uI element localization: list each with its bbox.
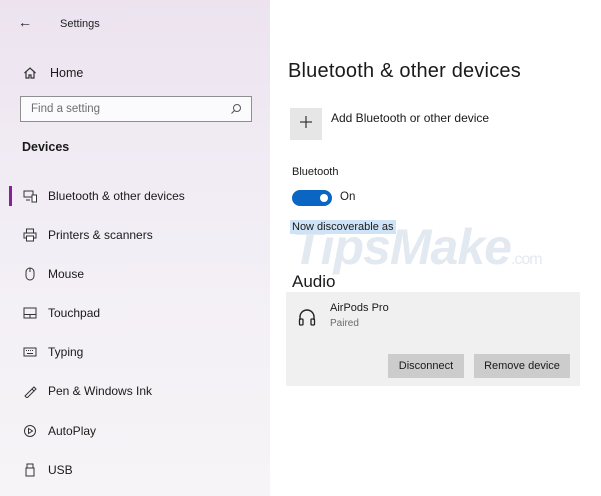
settings-sidebar: ← Settings Home Find a setting Devices B… bbox=[0, 0, 270, 496]
search-input[interactable]: Find a setting bbox=[21, 103, 227, 115]
title-bar: ← Settings bbox=[0, 0, 270, 50]
sidebar-item-label: Bluetooth & other devices bbox=[48, 189, 185, 203]
home-label: Home bbox=[50, 66, 84, 80]
bluetooth-state: On bbox=[340, 191, 356, 203]
discoverable-text: Now discoverable as bbox=[290, 220, 396, 234]
add-device-label[interactable]: Add Bluetooth or other device bbox=[331, 111, 489, 125]
sidebar-item-label: Pen & Windows Ink bbox=[48, 384, 153, 398]
sidebar-item-label: USB bbox=[48, 463, 73, 477]
page-title: Bluetooth & other devices bbox=[288, 60, 521, 82]
watermark-suffix: .com bbox=[510, 251, 543, 268]
device-name: AirPods Pro bbox=[330, 302, 389, 314]
app-title: Settings bbox=[60, 18, 100, 30]
disconnect-button[interactable]: Disconnect bbox=[388, 354, 464, 378]
sidebar-item-usb[interactable]: USB bbox=[0, 455, 270, 485]
bluetooth-devices-icon bbox=[22, 188, 38, 204]
sidebar-item-label: Touchpad bbox=[48, 306, 101, 320]
sidebar-item-autoplay[interactable]: AutoPlay bbox=[0, 416, 270, 446]
add-device-button[interactable] bbox=[290, 108, 322, 140]
device-card-airpods[interactable]: AirPods Pro Paired Disconnect Remove dev… bbox=[286, 292, 580, 386]
sidebar-item-label: Printers & scanners bbox=[48, 228, 153, 242]
touchpad-icon bbox=[22, 305, 38, 321]
headphones-icon bbox=[296, 306, 318, 328]
sidebar-item-label: Typing bbox=[48, 345, 84, 359]
back-arrow-icon[interactable]: ← bbox=[18, 14, 32, 30]
autoplay-icon bbox=[22, 423, 38, 439]
search-icon[interactable] bbox=[227, 100, 245, 118]
section-heading-devices: Devices bbox=[22, 140, 70, 154]
search-box[interactable]: Find a setting bbox=[20, 96, 252, 122]
sidebar-item-touchpad[interactable]: Touchpad bbox=[0, 298, 270, 328]
mouse-icon bbox=[22, 266, 38, 282]
home-icon bbox=[22, 65, 38, 81]
keyboard-icon bbox=[22, 344, 38, 360]
audio-heading: Audio bbox=[292, 272, 336, 291]
bluetooth-toggle[interactable] bbox=[292, 190, 332, 206]
selection-indicator bbox=[9, 186, 12, 206]
sidebar-item-label: AutoPlay bbox=[48, 424, 97, 438]
bluetooth-label: Bluetooth bbox=[292, 166, 339, 178]
remove-device-button[interactable]: Remove device bbox=[474, 354, 570, 378]
plus-icon bbox=[299, 115, 313, 134]
toggle-knob bbox=[320, 194, 328, 202]
home-nav-item[interactable]: Home bbox=[22, 62, 83, 84]
device-status: Paired bbox=[330, 318, 359, 329]
usb-icon bbox=[22, 462, 38, 478]
sidebar-item-pen[interactable]: Pen & Windows Ink bbox=[0, 376, 270, 406]
sidebar-item-typing[interactable]: Typing bbox=[0, 337, 270, 367]
sidebar-item-mouse[interactable]: Mouse bbox=[0, 259, 270, 289]
pen-icon bbox=[22, 383, 38, 399]
sidebar-item-label: Mouse bbox=[48, 267, 85, 281]
printer-icon bbox=[22, 227, 38, 243]
sidebar-item-bluetooth[interactable]: Bluetooth & other devices bbox=[0, 181, 270, 211]
sidebar-item-printers[interactable]: Printers & scanners bbox=[0, 220, 270, 250]
